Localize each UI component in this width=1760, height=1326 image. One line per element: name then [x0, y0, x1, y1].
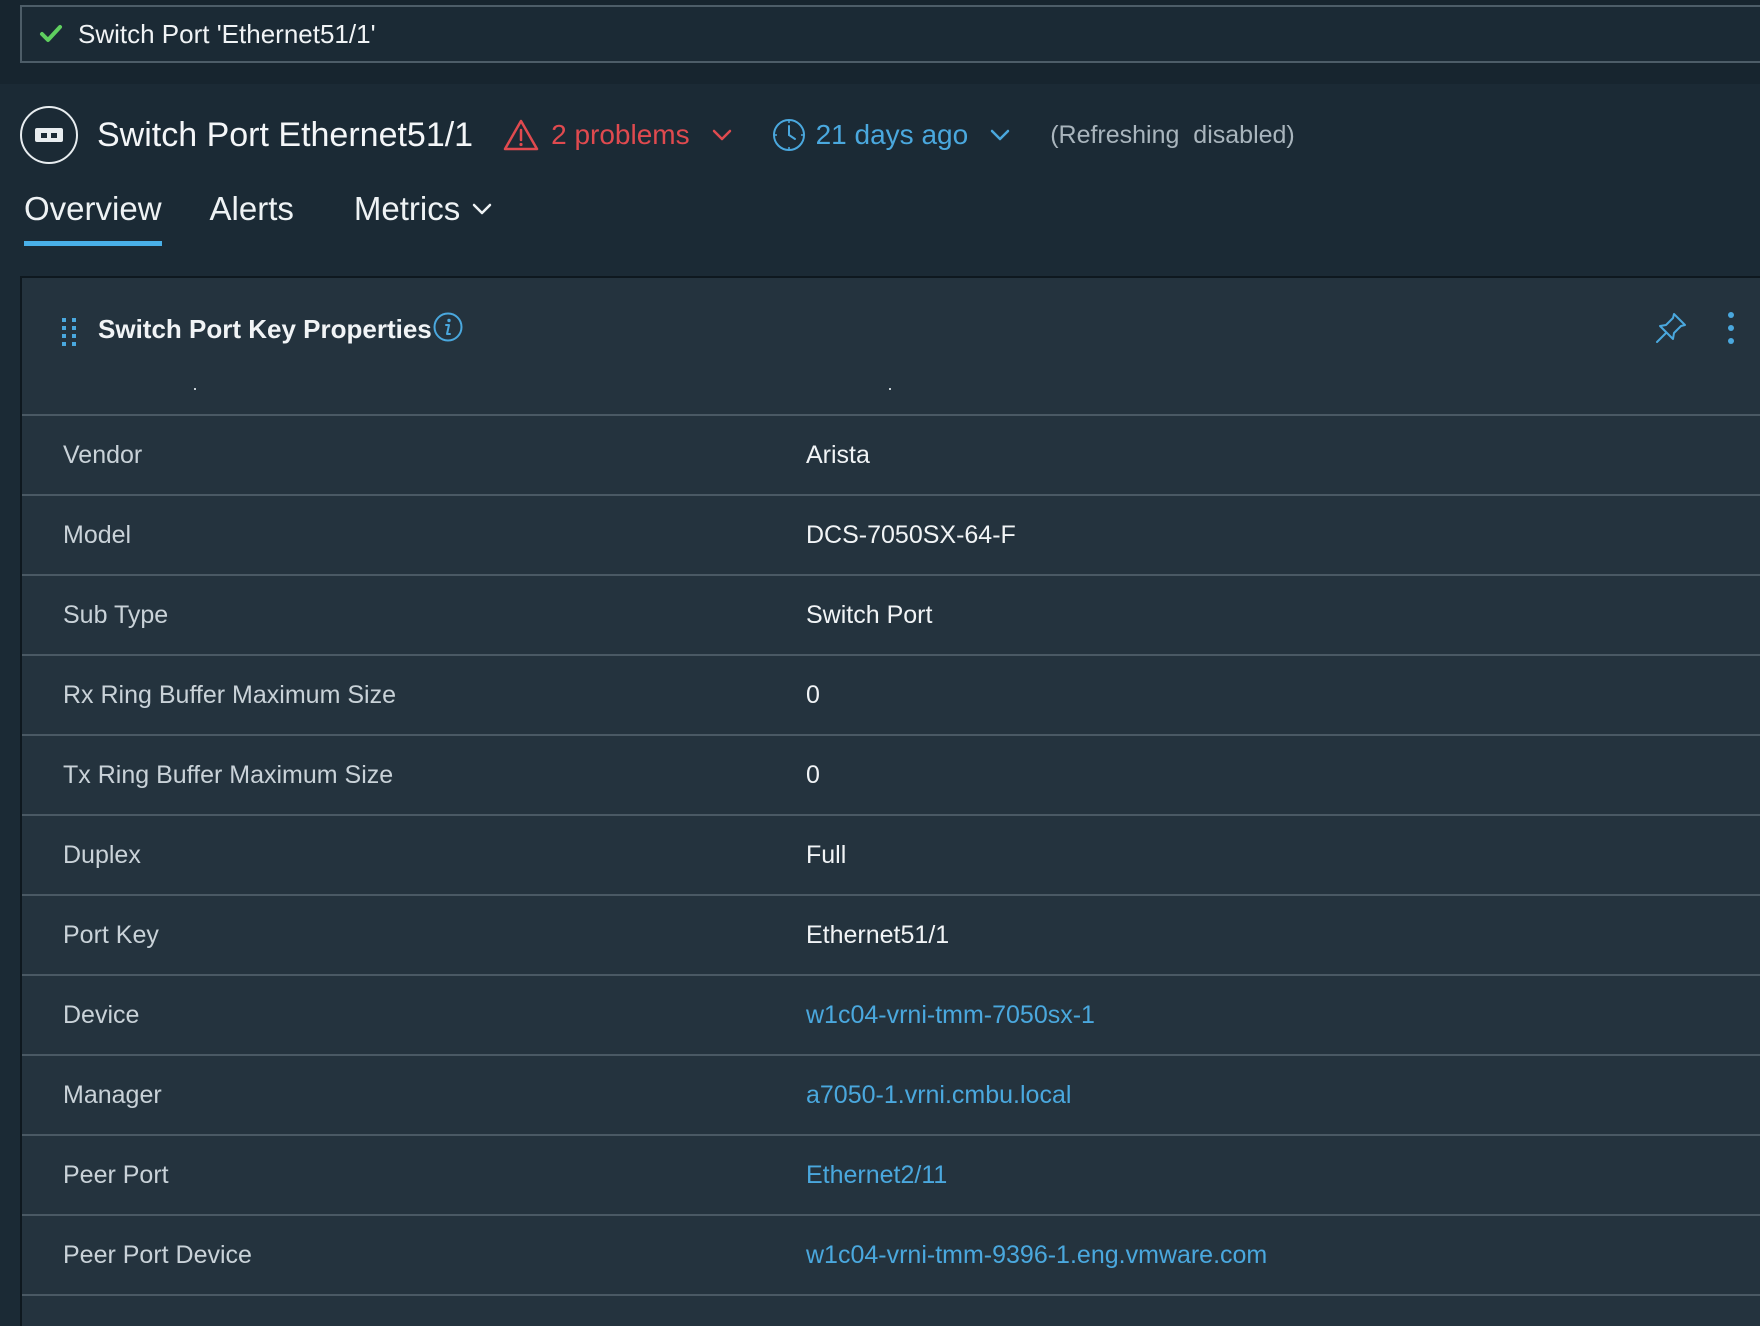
peer-port-link[interactable]: Ethernet2/11 — [806, 1161, 947, 1190]
tab-alerts[interactable]: Alerts — [210, 190, 294, 246]
property-label: Manager — [63, 1080, 162, 1109]
tab-metrics[interactable]: Metrics — [354, 190, 492, 246]
property-value: Full — [806, 840, 847, 869]
table-row: Rx Ring Buffer Maximum Size 0 — [22, 654, 1760, 734]
peer-port-device-link[interactable]: w1c04-vrni-tmm-9396-1.eng.vmware.com — [806, 1241, 1267, 1270]
breadcrumb: Switch Port 'Ethernet51/1' — [20, 5, 1760, 63]
properties-table: Vendor Arista Model DCS-7050SX-64-F Sub … — [22, 414, 1760, 1326]
table-row: Port Key Ethernet51/1 — [22, 894, 1760, 974]
property-label: Sub Type — [63, 600, 169, 629]
property-label: Duplex — [63, 840, 141, 869]
scroll-remnant — [194, 388, 196, 390]
table-row: Tx Ring Buffer Maximum Size 0 — [22, 734, 1760, 814]
problems-dropdown[interactable]: 2 problems — [503, 118, 732, 152]
table-row: Peer Port Device w1c04-vrni-tmm-9396-1.e… — [22, 1214, 1760, 1294]
property-value: 0 — [806, 760, 820, 789]
property-label: Model — [63, 520, 132, 549]
breadcrumb-bar: Switch Port 'Ethernet51/1' — [0, 0, 1760, 84]
scroll-remnant — [889, 388, 891, 390]
table-row — [22, 1294, 1760, 1326]
property-value: 0 — [806, 680, 820, 709]
kebab-menu-icon[interactable] — [1726, 311, 1736, 350]
check-icon — [38, 21, 64, 47]
page-title: Switch Port Ethernet51/1 — [97, 115, 474, 154]
card-title: Switch Port Key Properties — [98, 314, 432, 344]
property-label: Peer Port — [63, 1160, 169, 1189]
property-value: DCS-7050SX-64-F — [806, 520, 1016, 549]
info-icon[interactable] — [433, 312, 463, 347]
breadcrumb-label: Switch Port 'Ethernet51/1' — [78, 18, 376, 49]
card-header: Switch Port Key Properties — [22, 278, 1760, 378]
table-row: Sub Type Switch Port — [22, 574, 1760, 654]
device-link[interactable]: w1c04-vrni-tmm-7050sx-1 — [806, 1001, 1095, 1030]
tab-metrics-label: Metrics — [353, 190, 461, 227]
time-range-label: 21 days ago — [815, 119, 969, 150]
drag-handle-icon[interactable] — [62, 318, 78, 351]
pin-icon[interactable] — [1654, 311, 1688, 350]
property-value: Ethernet51/1 — [806, 920, 950, 949]
property-label: Peer Port Device — [63, 1240, 252, 1269]
table-row: Peer Port Ethernet2/11 — [22, 1134, 1760, 1214]
warning-triangle-icon — [503, 118, 539, 152]
tab-overview-label: Overview — [24, 190, 162, 227]
property-label: Port Key — [63, 920, 159, 949]
time-range-dropdown[interactable]: 21 days ago — [772, 118, 1011, 152]
table-row: Manager a7050-1.vrni.cmbu.local — [22, 1054, 1760, 1134]
tab-alerts-label: Alerts — [209, 190, 294, 227]
chevron-down-icon — [712, 129, 732, 141]
property-label: Rx Ring Buffer Maximum Size — [63, 680, 396, 709]
property-label: Device — [63, 1000, 140, 1029]
tab-bar: Overview Alerts Metrics — [24, 190, 492, 252]
property-label: Vendor — [63, 440, 143, 469]
tab-overview[interactable]: Overview — [24, 190, 162, 246]
table-row: Device w1c04-vrni-tmm-7050sx-1 — [22, 974, 1760, 1054]
problems-count: 2 problems — [551, 119, 690, 150]
object-header: Switch Port Ethernet51/1 2 problems 21 d… — [20, 104, 1295, 166]
chevron-down-icon — [472, 203, 492, 215]
key-properties-card: Switch Port Key Properties Vendor Arista… — [20, 276, 1760, 1326]
refresh-status: (Refreshing disabled) — [1050, 120, 1295, 149]
table-row: Model DCS-7050SX-64-F — [22, 494, 1760, 574]
table-row: Vendor Arista — [22, 414, 1760, 494]
chevron-down-icon — [990, 129, 1010, 141]
property-value: Switch Port — [806, 600, 933, 629]
manager-link[interactable]: a7050-1.vrni.cmbu.local — [806, 1081, 1071, 1110]
clock-icon — [772, 118, 806, 152]
switch-port-icon — [20, 106, 78, 164]
property-value: Arista — [806, 440, 870, 469]
property-label: Tx Ring Buffer Maximum Size — [63, 760, 394, 789]
table-row: Duplex Full — [22, 814, 1760, 894]
